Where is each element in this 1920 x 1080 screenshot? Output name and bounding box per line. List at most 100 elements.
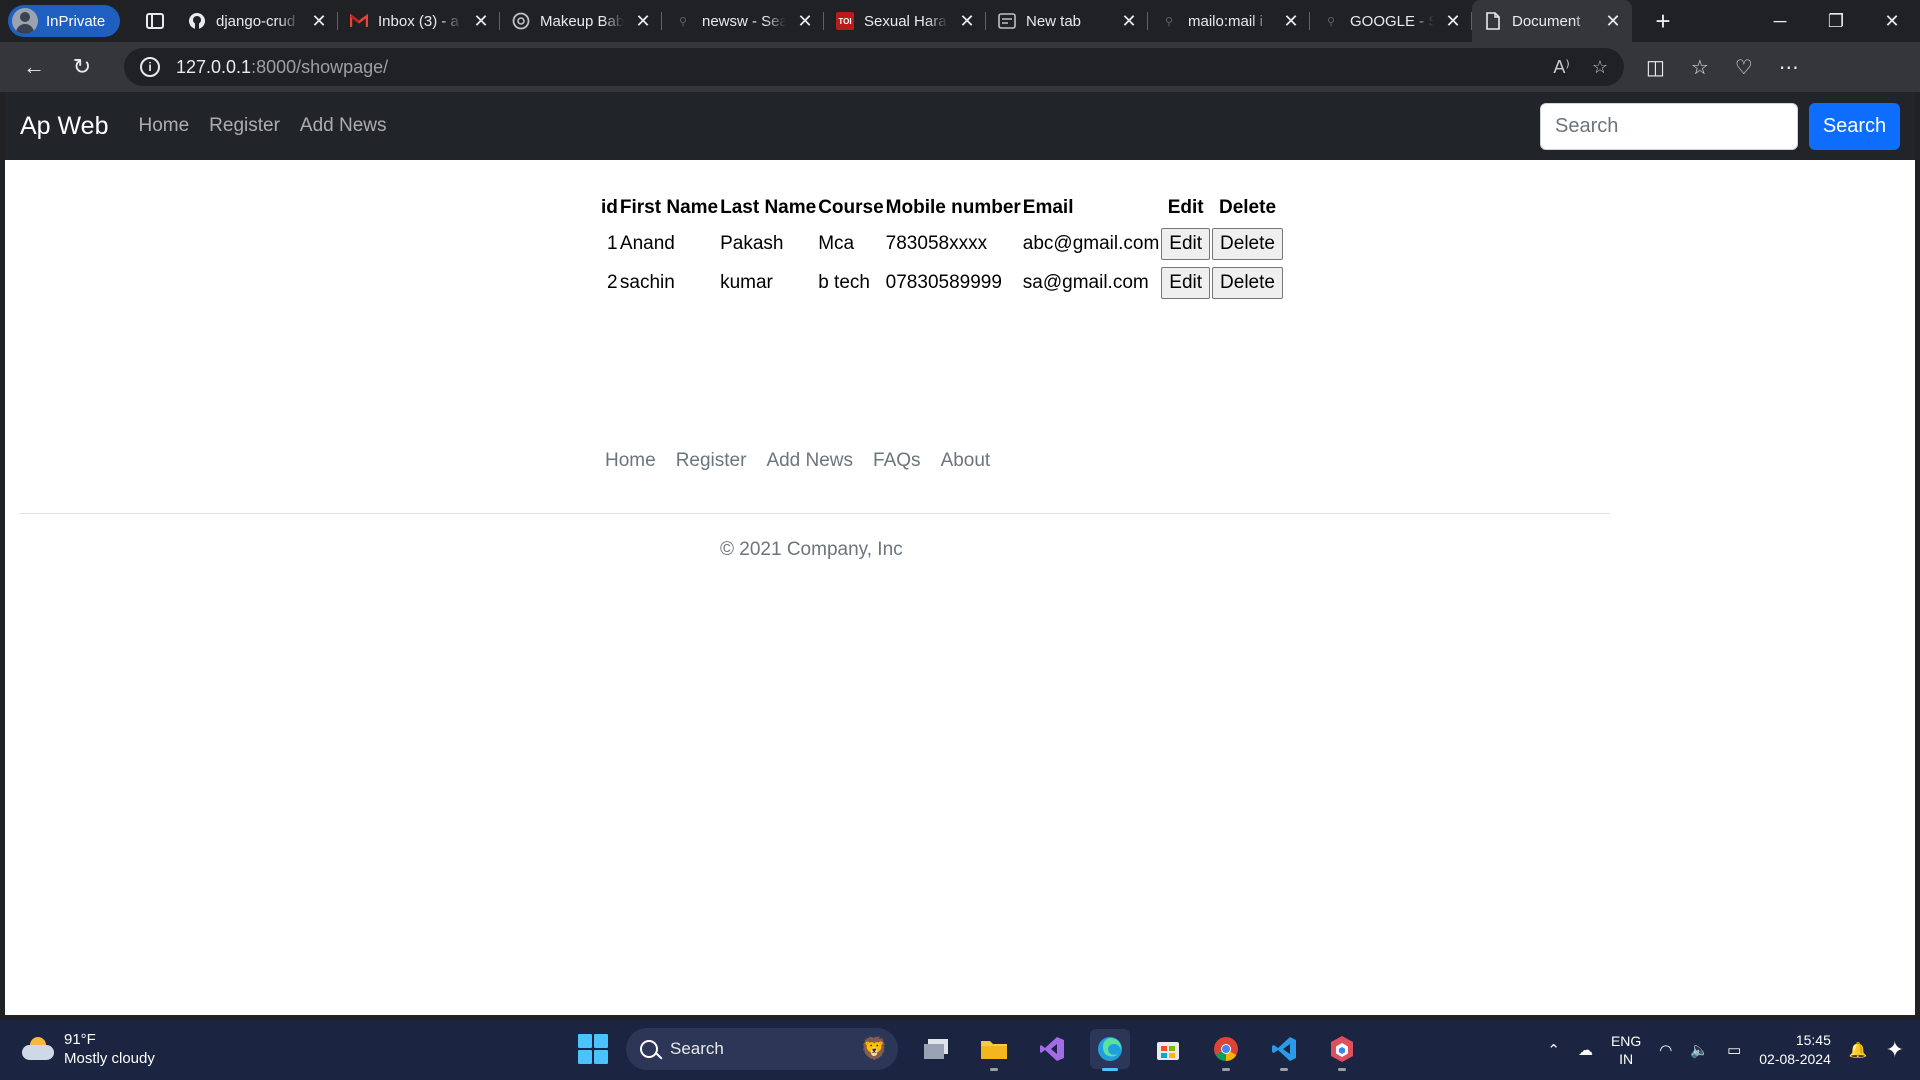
copilot-icon[interactable]: ✦	[1886, 1037, 1904, 1063]
wifi-icon[interactable]: ◠	[1659, 1041, 1672, 1059]
clock-time: 15:45	[1795, 1032, 1831, 1048]
browser-tab-6[interactable]: New tab ✕	[986, 0, 1148, 42]
browser-toolbar: ← ↻ i 127.0.0.1:8000/showpage/ A⁾ ☆ ◫ ☆ …	[0, 42, 1920, 92]
browser-tab-7[interactable]: ⚲ mailo:mail i ✕	[1148, 0, 1310, 42]
browser-tab-active[interactable]: Document ✕	[1472, 0, 1632, 42]
favorites-icon[interactable]: ☆	[1691, 55, 1709, 80]
search-button[interactable]: Search	[1809, 102, 1900, 150]
read-aloud-icon[interactable]: A⁾	[1553, 57, 1569, 78]
file-explorer-icon[interactable]	[974, 1029, 1014, 1071]
task-view-icon[interactable]	[916, 1029, 956, 1069]
back-button[interactable]: ←	[10, 47, 58, 87]
cell-course: b tech	[818, 271, 870, 293]
tab-actions-button[interactable]	[134, 0, 176, 42]
header-edit: Edit	[1167, 197, 1204, 218]
close-window-icon[interactable]: ✕	[1864, 0, 1920, 42]
tab-title: Document	[1512, 12, 1581, 30]
cell-edit: Edit	[1161, 225, 1211, 262]
clock[interactable]: 15:45 02-08-2024	[1759, 1031, 1831, 1069]
onedrive-offline-icon[interactable]: ☁	[1578, 1041, 1593, 1059]
close-tab-icon[interactable]: ✕	[958, 11, 976, 32]
delete-button[interactable]: Delete	[1212, 227, 1283, 260]
refresh-icon: ↻	[72, 54, 92, 79]
header-delete: Delete	[1218, 197, 1277, 218]
back-arrow-icon: ←	[23, 54, 45, 79]
footer-link-faqs[interactable]: FAQs	[873, 450, 921, 472]
browser-tab-1[interactable]: django-crud ✕	[176, 0, 338, 42]
browser-tab-5[interactable]: TOI Sexual Hara ✕	[824, 0, 986, 42]
tab-title: Inbox (3) - a	[378, 12, 459, 30]
header-last-name: Last Name	[720, 197, 817, 218]
edge-browser-icon[interactable]	[1090, 1029, 1130, 1071]
notification-bell-icon[interactable]: 🔔	[1849, 1041, 1868, 1059]
close-tab-icon[interactable]: ✕	[796, 11, 814, 32]
more-menu-icon[interactable]: ⋯	[1779, 55, 1799, 80]
footer-link-add-news[interactable]: Add News	[766, 450, 853, 472]
app-cube-icon[interactable]	[1322, 1029, 1362, 1071]
system-tray: ⌃ ☁ ENG IN ◠ 🔈 ▭ 15:45 02-08-2024 🔔 ✦	[1547, 1020, 1920, 1080]
start-windows-icon[interactable]	[578, 1034, 608, 1064]
split-screen-icon[interactable]: ◫	[1646, 55, 1665, 80]
browser-tab-3[interactable]: Makeup Bab ✕	[500, 0, 662, 42]
microsoft-store-icon[interactable]	[1148, 1029, 1188, 1069]
vscode-icon[interactable]	[1264, 1029, 1304, 1071]
close-tab-icon[interactable]: ✕	[472, 11, 490, 32]
delete-button[interactable]: Delete	[1212, 266, 1283, 299]
browser-tab-4[interactable]: ⚲ newsw - Sea ✕	[662, 0, 824, 42]
cell-edit: Edit	[1161, 264, 1211, 301]
weather-widget[interactable]: 91°F Mostly cloudy	[20, 1030, 155, 1068]
chevron-up-icon[interactable]: ⌃	[1547, 1041, 1560, 1059]
footer-divider	[20, 513, 1610, 514]
favorite-star-icon[interactable]: ☆	[1592, 57, 1608, 78]
cell-mobile: 07830589999	[885, 271, 1002, 293]
cell-email: sa@gmail.com	[1022, 271, 1149, 293]
browser-essentials-icon[interactable]: ♡	[1735, 55, 1753, 80]
search-form: Search	[1540, 102, 1900, 150]
document-icon	[1484, 12, 1502, 30]
table-row: 1 Anand Pakash Mca 783058xxxx abc@gmail.…	[601, 225, 1283, 262]
close-tab-icon[interactable]: ✕	[634, 11, 652, 32]
close-tab-icon[interactable]: ✕	[1604, 11, 1622, 32]
edit-button[interactable]: Edit	[1161, 227, 1211, 260]
language-line-2: IN	[1619, 1051, 1634, 1067]
visual-studio-icon[interactable]	[1032, 1029, 1072, 1069]
search-input[interactable]	[1540, 102, 1798, 150]
language-indicator[interactable]: ENG IN	[1611, 1032, 1641, 1068]
address-bar[interactable]: i 127.0.0.1:8000/showpage/ A⁾ ☆	[124, 48, 1624, 86]
browser-tab-2[interactable]: Inbox (3) - a ✕	[338, 0, 500, 42]
taskbar-search[interactable]: Search 🦁	[626, 1028, 898, 1070]
navbar-brand[interactable]: Ap Web	[20, 112, 108, 141]
refresh-button[interactable]: ↻	[58, 47, 106, 87]
battery-icon[interactable]: ▭	[1727, 1041, 1741, 1059]
nav-link-home[interactable]: Home	[138, 115, 189, 137]
edit-button[interactable]: Edit	[1161, 266, 1211, 299]
table-header-row: id First Name Last Name Course Mobile nu…	[601, 193, 1283, 223]
volume-icon[interactable]: 🔈	[1690, 1041, 1709, 1059]
cell-mobile: 783058xxxx	[885, 232, 988, 254]
cell-first-name: Anand	[619, 232, 675, 254]
footer-link-home[interactable]: Home	[605, 450, 656, 472]
close-tab-icon[interactable]: ✕	[1282, 11, 1300, 32]
site-info-icon[interactable]: i	[140, 57, 160, 77]
footer-link-about[interactable]: About	[941, 450, 991, 472]
restore-icon[interactable]: ❐	[1808, 0, 1864, 42]
nav-link-add-news[interactable]: Add News	[300, 115, 387, 137]
browser-tab-8[interactable]: ⚲ GOOGLE - S ✕	[1310, 0, 1472, 42]
nav-link-register[interactable]: Register	[209, 115, 280, 137]
cell-first-name: sachin	[619, 271, 675, 293]
minimize-icon[interactable]: ─	[1752, 0, 1808, 42]
newtab-icon	[998, 12, 1016, 30]
chrome-icon[interactable]	[1206, 1029, 1246, 1071]
students-table: id First Name Last Name Course Mobile nu…	[599, 191, 1285, 303]
new-tab-button[interactable]: +	[1642, 0, 1684, 42]
inprivate-badge[interactable]: InPrivate	[8, 5, 120, 37]
weather-desc: Mostly cloudy	[64, 1050, 155, 1067]
footer-link-register[interactable]: Register	[676, 450, 747, 472]
close-tab-icon[interactable]: ✕	[1120, 11, 1138, 32]
github-icon	[188, 12, 206, 30]
close-tab-icon[interactable]: ✕	[1444, 11, 1462, 32]
close-tab-icon[interactable]: ✕	[310, 11, 328, 32]
language-line-1: ENG	[1610, 1033, 1642, 1049]
tab-title: newsw - Sea	[702, 12, 786, 30]
tab-actions-icon	[146, 13, 164, 29]
